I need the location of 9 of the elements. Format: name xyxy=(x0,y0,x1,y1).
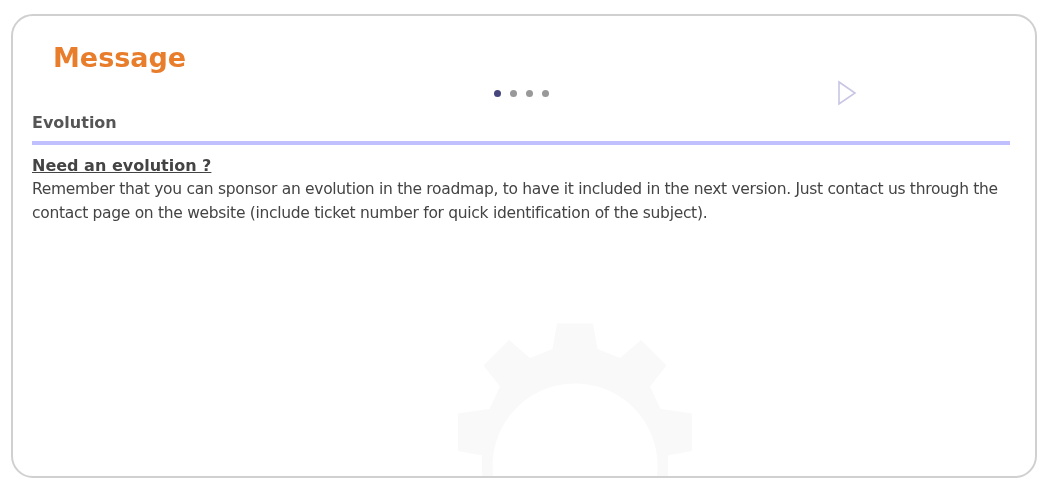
next-arrow-icon[interactable] xyxy=(837,80,857,106)
panel-title: Message xyxy=(53,41,188,75)
page-indicator-dot[interactable] xyxy=(542,89,549,97)
page-indicator-dot[interactable] xyxy=(526,89,533,97)
page-indicator-dot[interactable] xyxy=(510,89,517,97)
page-indicator-dot[interactable] xyxy=(494,89,501,97)
subheading: Need an evolution ? xyxy=(32,155,212,177)
section-heading: Evolution xyxy=(32,112,118,134)
message-text: Remember that you can sponsor an evolution in the roadmap, to have it included in the next version. Just contact us through the contact page on the website (include ticket number for quick identification of the subject). xyxy=(32,179,999,224)
